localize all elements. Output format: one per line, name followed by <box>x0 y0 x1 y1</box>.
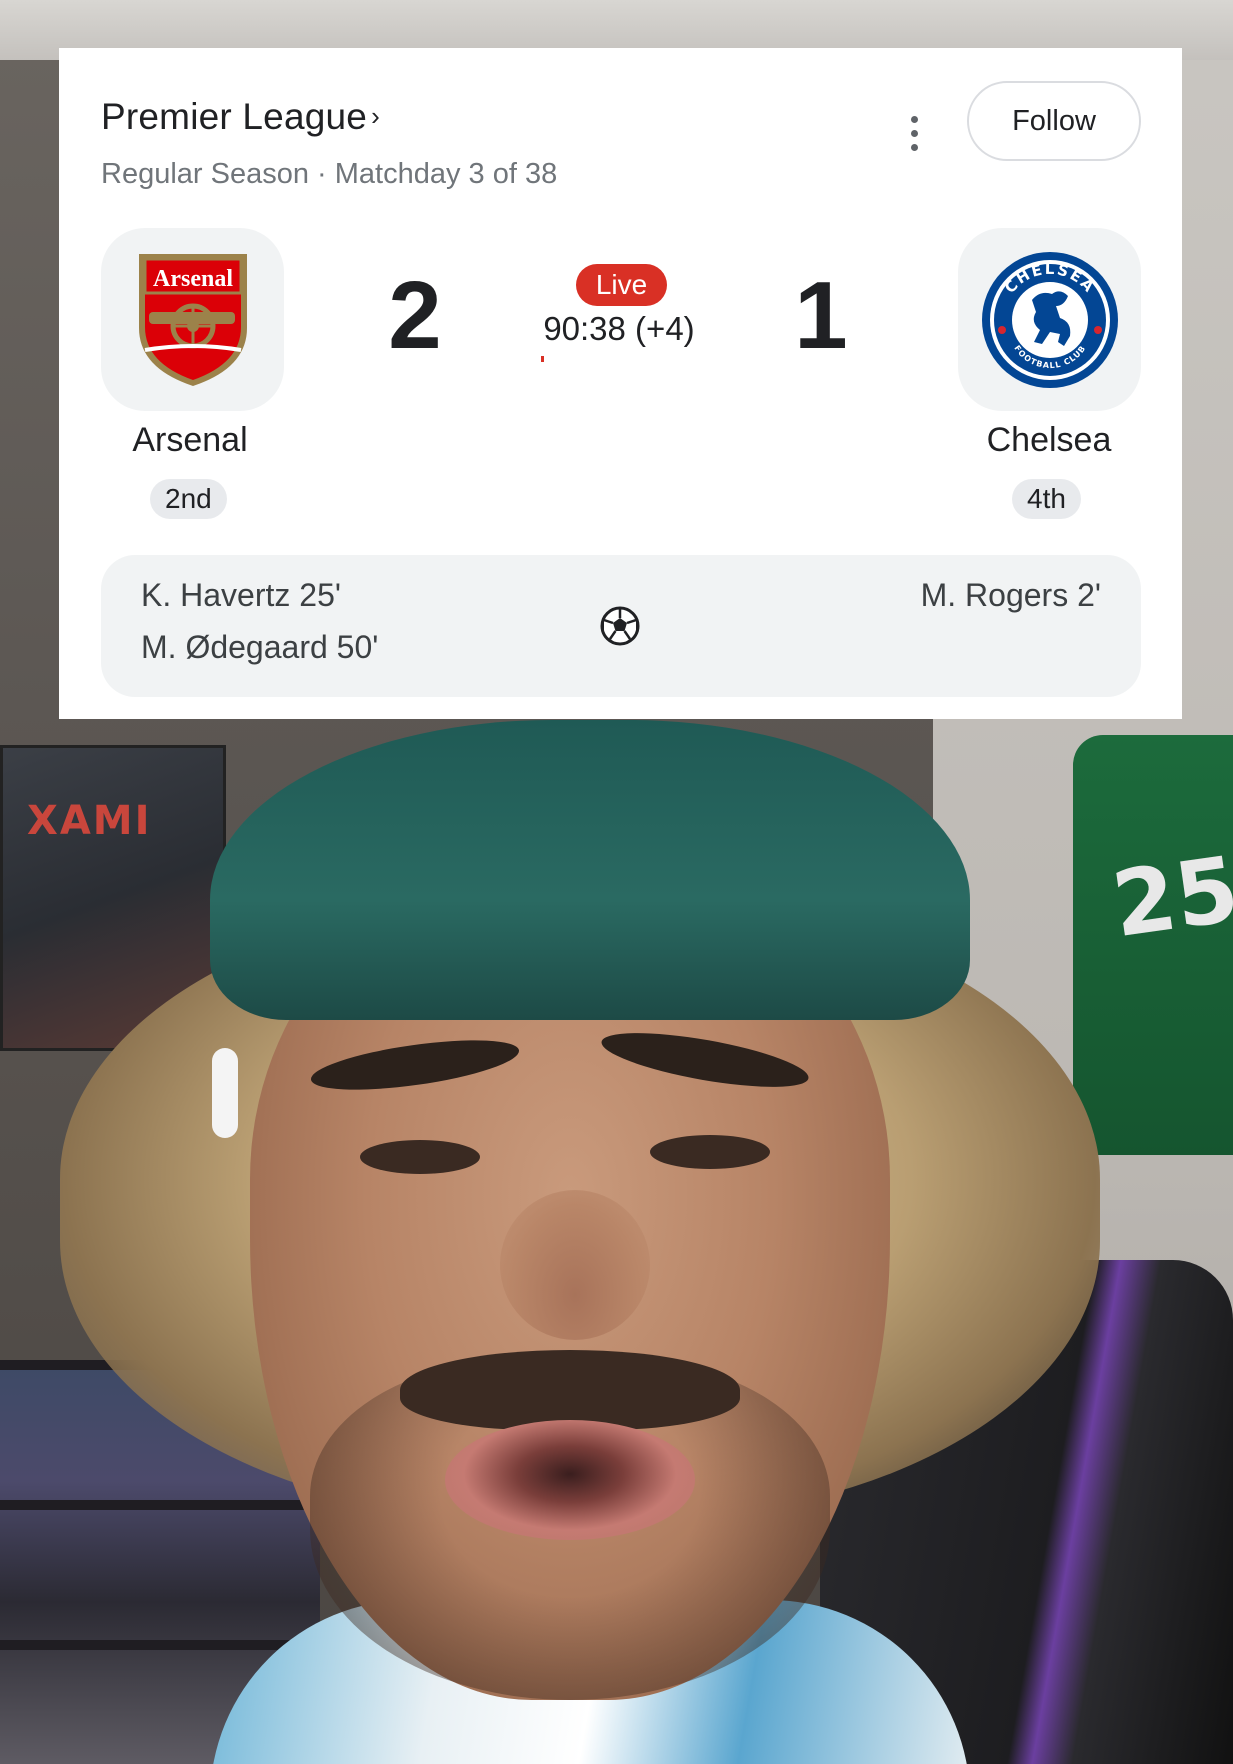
goal-scorers-panel: K. Havertz 25' M. Ødegaard 50' M. Rogers… <box>101 555 1141 697</box>
away-score: 1 <box>794 262 848 369</box>
more-vert-icon-dot <box>910 129 918 137</box>
live-status-badge: Live <box>576 264 667 306</box>
follow-button[interactable]: Follow <box>967 81 1141 161</box>
earbud <box>212 1048 238 1138</box>
more-vert-icon <box>910 115 918 123</box>
more-options-button[interactable] <box>889 103 939 163</box>
left-eye <box>360 1140 480 1174</box>
soccer-ball-icon <box>600 606 640 646</box>
away-scorer: M. Rogers 2' <box>920 577 1101 613</box>
season-subtitle: Regular Season · Matchday 3 of 38 <box>101 158 558 190</box>
right-eye <box>650 1135 770 1169</box>
mouth <box>445 1420 695 1540</box>
person-on-camera <box>60 720 1100 1764</box>
league-name: Premier League <box>101 96 368 137</box>
cap <box>210 720 970 1020</box>
more-vert-icon-dot <box>910 143 918 151</box>
chevron-right-icon: › <box>371 101 380 131</box>
arsenal-crest-icon: Arsenal <box>138 253 247 386</box>
home-team-rank: 2nd <box>150 479 227 519</box>
match-score-card: Premier League › Regular Season · Matchda… <box>59 48 1182 719</box>
away-team-rank: 4th <box>1012 479 1081 519</box>
mustache <box>400 1350 740 1430</box>
right-eyebrow <box>598 1022 812 1098</box>
jersey-number-art: 25 <box>1106 836 1233 959</box>
left-eyebrow <box>308 1030 522 1100</box>
live-indicator-tick <box>541 356 544 362</box>
league-link[interactable]: Premier League › <box>101 96 380 138</box>
away-team-crest[interactable]: CHELSEA FOOTBALL CLUB <box>958 228 1141 411</box>
home-scorer: K. Havertz 25' <box>141 577 341 613</box>
home-team-name[interactable]: Arsenal <box>70 421 310 460</box>
chelsea-crest-icon: CHELSEA FOOTBALL CLUB <box>981 251 1118 388</box>
away-team-name[interactable]: Chelsea <box>929 421 1169 460</box>
nose <box>500 1190 650 1340</box>
home-score: 2 <box>388 262 442 369</box>
arsenal-crest-text: Arsenal <box>153 266 233 292</box>
home-scorer: M. Ødegaard 50' <box>141 629 379 665</box>
match-clock: 90:38 (+4) <box>543 310 695 347</box>
home-team-crest[interactable]: Arsenal <box>101 228 284 411</box>
